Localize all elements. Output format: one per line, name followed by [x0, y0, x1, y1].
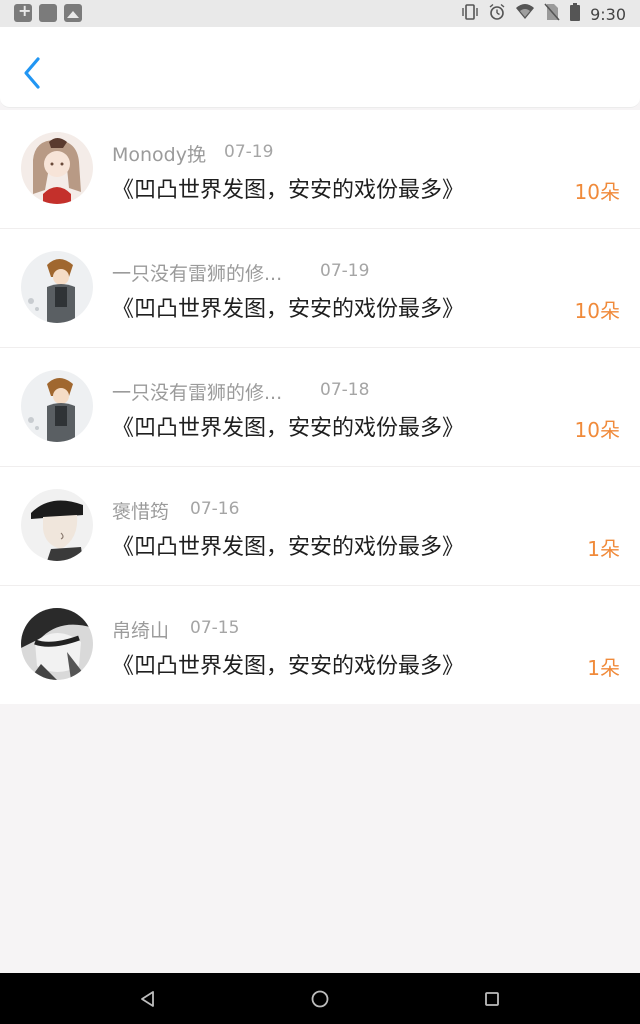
avatar[interactable]	[21, 608, 93, 680]
sender-name[interactable]: 一只没有雷狮的修...	[112, 378, 282, 405]
avatar[interactable]	[21, 251, 93, 323]
gift-date: 07-18	[320, 380, 370, 400]
list-item[interactable]: 褒惜筠 07-16 《凹凸世界发图，安安的戏份最多》 1朵	[0, 467, 640, 586]
list-item[interactable]: 一只没有雷狮的修... 07-18 《凹凸世界发图，安安的戏份最多》 10朵	[0, 348, 640, 467]
flower-count: 1朵	[587, 537, 620, 561]
work-title[interactable]: 《凹凸世界发图，安安的戏份最多》	[112, 648, 464, 680]
work-title[interactable]: 《凹凸世界发图，安安的戏份最多》	[112, 529, 464, 561]
list-item[interactable]: 一只没有雷狮的修... 07-19 《凹凸世界发图，安安的戏份最多》 10朵	[0, 229, 640, 348]
wifi-icon	[515, 3, 535, 25]
add-notification-icon	[14, 1, 32, 22]
list-item[interactable]: 帛绮山 07-15 《凹凸世界发图，安安的戏份最多》 1朵	[0, 586, 640, 704]
home-circle-icon[interactable]	[308, 987, 332, 1011]
gift-date: 07-15	[190, 618, 240, 638]
sender-name[interactable]: 帛绮山	[112, 616, 169, 643]
list-item[interactable]: Monody挽 07-19 《凹凸世界发图，安安的戏份最多》 10朵	[0, 110, 640, 229]
flower-count: 10朵	[574, 180, 620, 204]
sender-name[interactable]: 褒惜筠	[112, 497, 169, 524]
vibrate-icon	[461, 3, 479, 25]
clock-text: 9:30	[590, 4, 626, 24]
system-icons: 9:30	[461, 3, 626, 25]
avatar[interactable]	[21, 489, 93, 561]
top-app-bar	[0, 27, 640, 108]
avatar[interactable]	[21, 370, 93, 442]
app-notification-icon	[39, 4, 57, 22]
flower-count: 10朵	[574, 418, 620, 442]
gift-date: 07-16	[190, 499, 240, 519]
flower-count: 1朵	[587, 656, 620, 680]
chevron-left-icon	[24, 57, 40, 89]
sender-name[interactable]: 一只没有雷狮的修...	[112, 259, 282, 286]
recents-square-icon[interactable]	[480, 987, 504, 1011]
work-title[interactable]: 《凹凸世界发图，安安的戏份最多》	[112, 172, 464, 204]
no-sim-icon	[544, 3, 560, 25]
image-notification-icon	[64, 4, 82, 22]
flower-count: 10朵	[574, 299, 620, 323]
system-navigation-bar	[0, 973, 640, 1024]
gift-date: 07-19	[224, 142, 274, 162]
status-bar: 9:30	[0, 0, 640, 27]
battery-icon	[569, 3, 581, 25]
sender-name[interactable]: Monody挽	[112, 140, 206, 167]
gift-record-list: Monody挽 07-19 《凹凸世界发图，安安的戏份最多》 10朵 一只没有雷…	[0, 110, 640, 704]
gift-date: 07-19	[320, 261, 370, 281]
alarm-icon	[488, 3, 506, 25]
avatar[interactable]	[21, 132, 93, 204]
back-button[interactable]	[18, 53, 48, 93]
work-title[interactable]: 《凹凸世界发图，安安的戏份最多》	[112, 410, 464, 442]
work-title[interactable]: 《凹凸世界发图，安安的戏份最多》	[112, 291, 464, 323]
notification-icons	[14, 1, 82, 22]
back-triangle-icon[interactable]	[136, 987, 160, 1011]
